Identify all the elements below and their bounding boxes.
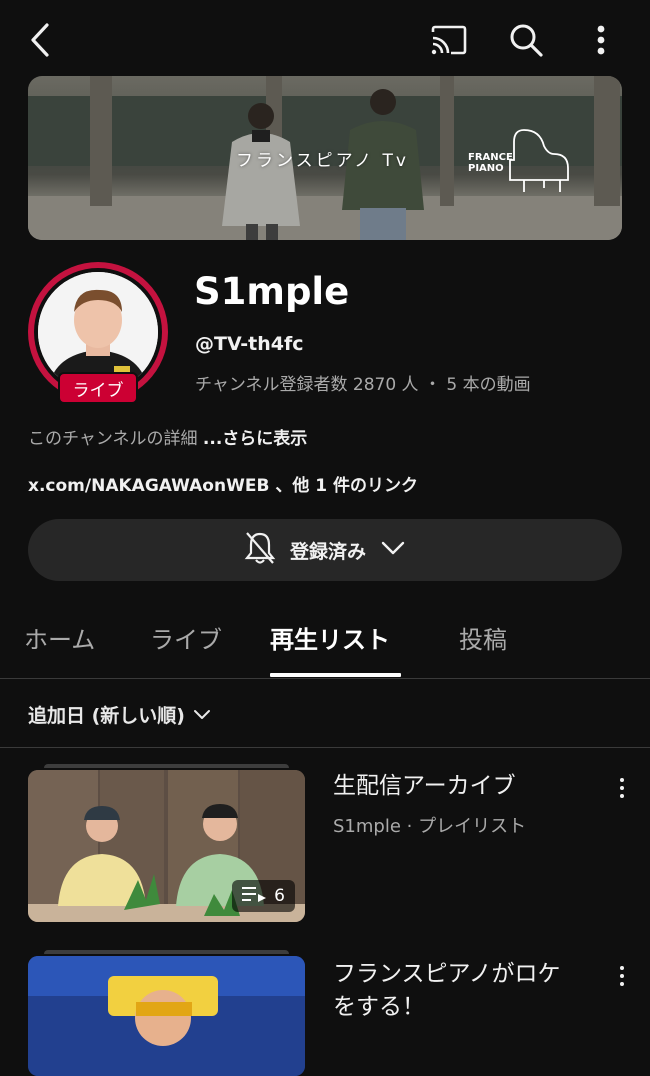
playlist-count: 6: [274, 886, 285, 906]
playlist-stack-edge: [44, 950, 289, 954]
divider: [0, 747, 650, 748]
banner-ground: [28, 196, 622, 240]
sort-dropdown[interactable]: 追加日 (新しい順): [28, 701, 211, 728]
description-text: このチャンネルの詳細: [28, 429, 198, 449]
playlist-stack-edge: [44, 764, 289, 768]
channel-description[interactable]: このチャンネルの詳細 ...さらに表示: [28, 424, 307, 449]
playlist-title[interactable]: フランスピアノがロケをする！: [333, 958, 583, 1024]
search-icon[interactable]: [504, 18, 548, 62]
more-vert-icon[interactable]: [610, 961, 634, 991]
tab-posts[interactable]: 投稿: [459, 620, 507, 655]
channel-handle: @TV-th4fc: [195, 333, 304, 355]
tab-home[interactable]: ホーム: [24, 620, 95, 655]
playlist-thumbnail[interactable]: [28, 956, 305, 1076]
cast-icon[interactable]: [426, 20, 472, 60]
banner-title: フランスピアノ Tv: [236, 151, 409, 171]
chevron-down-icon: [380, 540, 406, 560]
sort-label: 追加日 (新しい順): [28, 705, 185, 727]
channel-banner: フランスピアノ Tv FRANCE PIANO: [28, 76, 622, 240]
show-more-link[interactable]: ...さらに表示: [203, 429, 307, 449]
live-badge[interactable]: ライブ: [58, 372, 138, 404]
playlist-subtitle: S1mple · プレイリスト: [333, 816, 527, 837]
subscribed-label: 登録済み: [289, 540, 366, 563]
subscribed-button[interactable]: 登録済み: [28, 519, 622, 581]
chevron-down-icon: [193, 704, 211, 726]
back-arrow-icon[interactable]: [20, 20, 60, 60]
playlist-thumbnail[interactable]: 6: [28, 770, 305, 922]
active-tab-indicator: [270, 673, 401, 677]
channel-stats: チャンネル登録者数 2870 人 ・ 5 本の動画: [195, 375, 531, 395]
bell-off-icon: [244, 531, 276, 569]
piano-logo-icon: [509, 129, 569, 192]
channel-links[interactable]: x.com/NAKAGAWAonWEB 、他 1 件のリンク: [28, 471, 418, 496]
playlist-title[interactable]: 生配信アーカイブ: [333, 770, 583, 803]
playlist-icon: [242, 886, 267, 907]
thumbnail-image: [28, 956, 305, 1076]
playlist-count-badge: 6: [232, 880, 295, 912]
banner-tree: [594, 76, 620, 206]
more-vert-icon[interactable]: [586, 18, 616, 62]
channel-tabs: ホーム ライブ 再生リスト 投稿: [0, 600, 650, 679]
banner-tree: [440, 76, 454, 206]
tab-playlists[interactable]: 再生リスト: [270, 620, 390, 655]
channel-name: S1mple: [194, 270, 350, 313]
tab-live[interactable]: ライブ: [150, 620, 222, 655]
top-app-bar: [0, 0, 650, 76]
more-vert-icon[interactable]: [610, 773, 634, 803]
banner-tree: [90, 76, 112, 206]
